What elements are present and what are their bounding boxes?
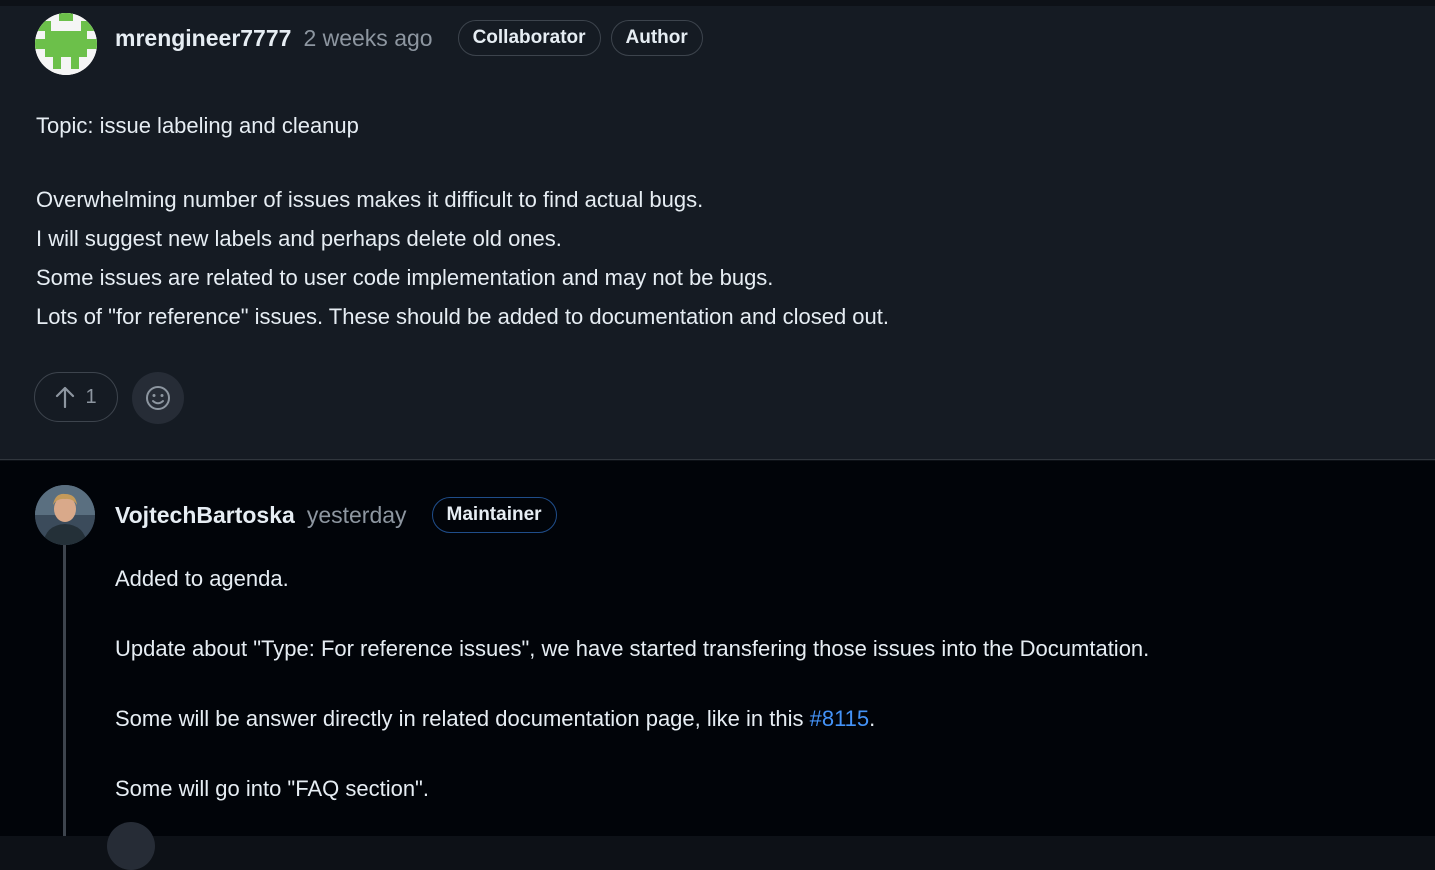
paragraph-text-end: . [869, 706, 876, 731]
author-link[interactable]: VojtechBartoska [115, 502, 295, 529]
comment-line: Overwhelming number of issues makes it d… [36, 187, 704, 212]
comment-line: Lots of "for reference" issues. These sh… [36, 304, 889, 329]
smiley-icon [146, 386, 170, 410]
comment-paragraph: Update about "Type: For reference issues… [115, 636, 1150, 661]
comment-body: Added to agenda. Update about "Type: For… [115, 559, 1425, 808]
arrow-up-icon [56, 386, 75, 408]
timestamp-link[interactable]: yesterday [307, 502, 407, 529]
paragraph-text: Some will be answer directly in related … [115, 706, 810, 731]
avatar[interactable] [35, 13, 97, 75]
next-reaction-button[interactable] [107, 822, 155, 870]
comment-paragraph: Added to agenda. [115, 566, 289, 591]
author-badge: Author [610, 20, 703, 56]
reactions-bar: 1 [34, 372, 184, 424]
add-reaction-button[interactable] [132, 372, 184, 424]
comment-header: VojtechBartoska yesterday Maintainer [115, 497, 557, 533]
comment-paragraph: Some will go into "FAQ section". [115, 776, 429, 801]
timestamp-link[interactable]: 2 weeks ago [303, 25, 432, 52]
comment-paragraph: Some will be answer directly in related … [115, 699, 1425, 738]
maintainer-badge: Maintainer [431, 497, 557, 533]
identicon-avatar-icon [35, 13, 97, 75]
author-link[interactable]: mrengineer7777 [115, 25, 291, 52]
comment-line: Some issues are related to user code imp… [36, 265, 774, 290]
comment-body: Topic: issue labeling and cleanup Overwh… [36, 106, 1416, 336]
profile-photo-icon [35, 485, 95, 545]
issue-link[interactable]: #8115 [810, 706, 870, 731]
comment-line: Topic: issue labeling and cleanup [36, 113, 359, 138]
collaborator-badge: Collaborator [457, 20, 601, 56]
avatar[interactable] [35, 485, 95, 545]
upvote-button[interactable]: 1 [34, 372, 118, 422]
thread-line [63, 505, 66, 836]
upvote-count: 1 [85, 385, 97, 408]
comment-line: I will suggest new labels and perhaps de… [36, 226, 562, 251]
comment-header: mrengineer7777 2 weeks ago Collaborator … [115, 20, 703, 56]
